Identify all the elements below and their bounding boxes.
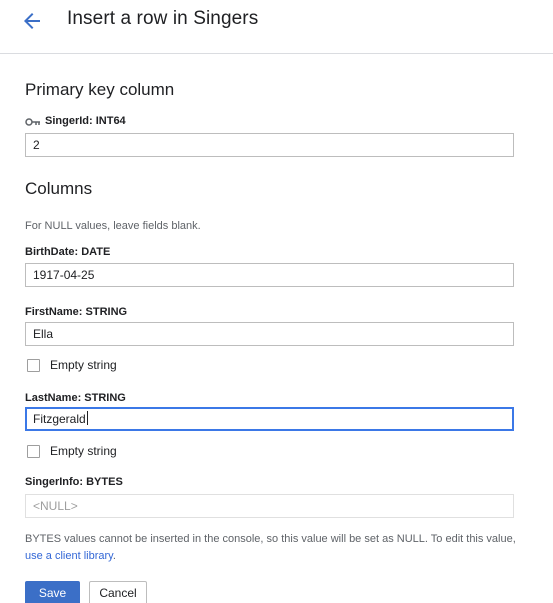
footnote-period: . [112, 550, 116, 562]
firstname-input[interactable]: Ella [25, 322, 514, 346]
lastname-label: LastName: STRING [25, 392, 126, 404]
firstname-value: Ella [33, 327, 54, 341]
text-cursor [86, 411, 88, 425]
singerid-value: 2 [33, 138, 40, 152]
save-button[interactable]: Save [25, 581, 80, 603]
primary-key-section-title: Primary key column [25, 80, 175, 99]
columns-section-title: Columns [25, 179, 93, 198]
firstname-empty-string-checkbox[interactable] [27, 358, 40, 372]
footnote-text: BYTES values cannot be inserted in the c… [25, 533, 516, 545]
client-library-link[interactable]: use a client library [25, 550, 113, 562]
lastname-input[interactable]: Fitzgerald [25, 407, 514, 431]
page-title: Insert a row in Singers [67, 8, 259, 29]
arrow-back-icon[interactable] [20, 9, 44, 33]
lastname-empty-string-label: Empty string [50, 444, 117, 458]
key-icon [25, 118, 40, 126]
lastname-empty-string-checkbox[interactable] [27, 444, 40, 458]
firstname-label: FirstName: STRING [25, 306, 128, 318]
singerinfo-label: SingerInfo: BYTES [25, 476, 123, 488]
singerid-input[interactable]: 2 [25, 133, 514, 157]
birthdate-label: BirthDate: DATE [25, 246, 111, 258]
cancel-button[interactable]: Cancel [89, 581, 147, 603]
lastname-empty-string-option[interactable]: Empty string [27, 443, 117, 459]
birthdate-input[interactable]: 1917-04-25 [25, 263, 514, 287]
lastname-value: Fitzgerald [33, 412, 86, 426]
firstname-empty-string-option[interactable]: Empty string [27, 357, 117, 373]
singerinfo-placeholder: <NULL> [33, 499, 78, 513]
null-values-note: For NULL values, leave fields blank. [25, 220, 201, 232]
birthdate-value: 1917-04-25 [33, 268, 95, 282]
bytes-footnote: BYTES values cannot be inserted in the c… [25, 531, 525, 565]
singerid-label: SingerId: INT64 [45, 115, 126, 127]
singerinfo-input: <NULL> [25, 494, 514, 518]
firstname-empty-string-label: Empty string [50, 358, 117, 372]
page-header: Insert a row in Singers [0, 0, 553, 54]
